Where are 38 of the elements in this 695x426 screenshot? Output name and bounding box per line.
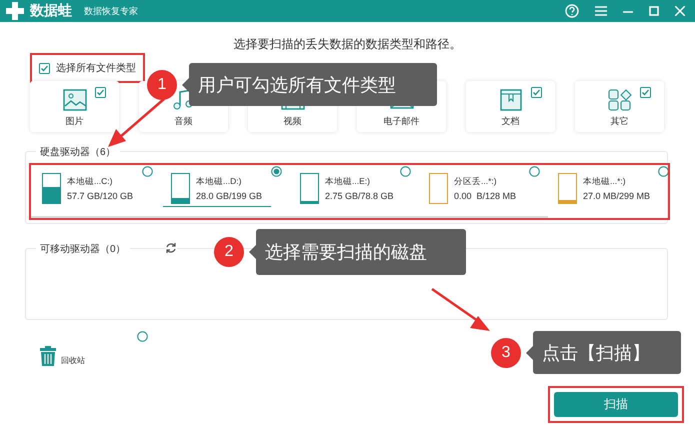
drive-item[interactable]: 分区丢...*:) 0.00 B/128 MB <box>418 165 547 211</box>
drive-name: 本地磁...E:) <box>325 176 371 188</box>
drive-item[interactable]: 本地磁...*:) 27.0 MB/299 MB <box>547 165 668 211</box>
recycle-bin-label[interactable]: 回收站 <box>61 355 85 366</box>
app-subtitle: 数据恢复专家 <box>84 4 138 18</box>
file-type-card[interactable]: 其它 <box>575 81 664 132</box>
drive-name: 本地磁...C:) <box>67 176 114 188</box>
file-type-label: 电子邮件 <box>384 115 420 128</box>
file-type-label: 视频 <box>284 115 302 128</box>
app-name: 数据蛙 <box>30 2 72 20</box>
drive-item[interactable]: 本地磁...C:) 57.7 GB/120 GB <box>31 165 160 211</box>
section-title: 硬盘驱动器（6） <box>36 145 120 159</box>
select-all-label: 选择所有文件类型 <box>56 62 136 75</box>
drive-usage: 2.75 GB/78.8 GB <box>325 190 394 200</box>
file-type-label: 文档 <box>502 115 520 128</box>
drive-usage: 0.00 B/128 MB <box>454 190 516 200</box>
file-type-label: 其它 <box>610 115 628 128</box>
drive-usage: 28.0 GB/199 GB <box>196 190 262 200</box>
drive-name: 本地磁...*:) <box>583 176 627 188</box>
file-type-label: 音频 <box>174 115 192 128</box>
file-type-card[interactable]: 文档 <box>466 81 555 132</box>
step-number-badge: 3 <box>491 338 521 368</box>
file-type-card[interactable]: 图片 <box>30 81 119 132</box>
drive-usage: 57.7 GB/120 GB <box>67 190 134 200</box>
drive-usage: 27.0 MB/299 MB <box>583 190 650 200</box>
callout-tooltip: 选择需要扫描的磁盘 <box>256 229 466 275</box>
callout-tooltip: 点击【扫描】 <box>533 331 681 374</box>
callout-tooltip: 用户可勾选所有文件类型 <box>189 63 437 106</box>
file-type-label: 图片 <box>66 115 84 128</box>
step-number-badge: 2 <box>214 237 244 267</box>
section-title: 可移动驱动器（0） <box>36 242 130 256</box>
drive-name: 分区丢...*:) <box>454 176 498 188</box>
instruction-text: 选择要扫描的丢失数据的数据类型和路径。 <box>232 36 462 52</box>
step-number-badge: 1 <box>147 70 177 100</box>
drive-item[interactable]: 本地磁...E:) 2.75 GB/78.8 GB <box>289 165 418 211</box>
scan-button[interactable]: 扫描 <box>554 392 678 417</box>
drive-name: 本地磁...D:) <box>196 176 242 188</box>
drive-item[interactable]: 本地磁...D:) 28.0 GB/199 GB <box>160 165 289 211</box>
